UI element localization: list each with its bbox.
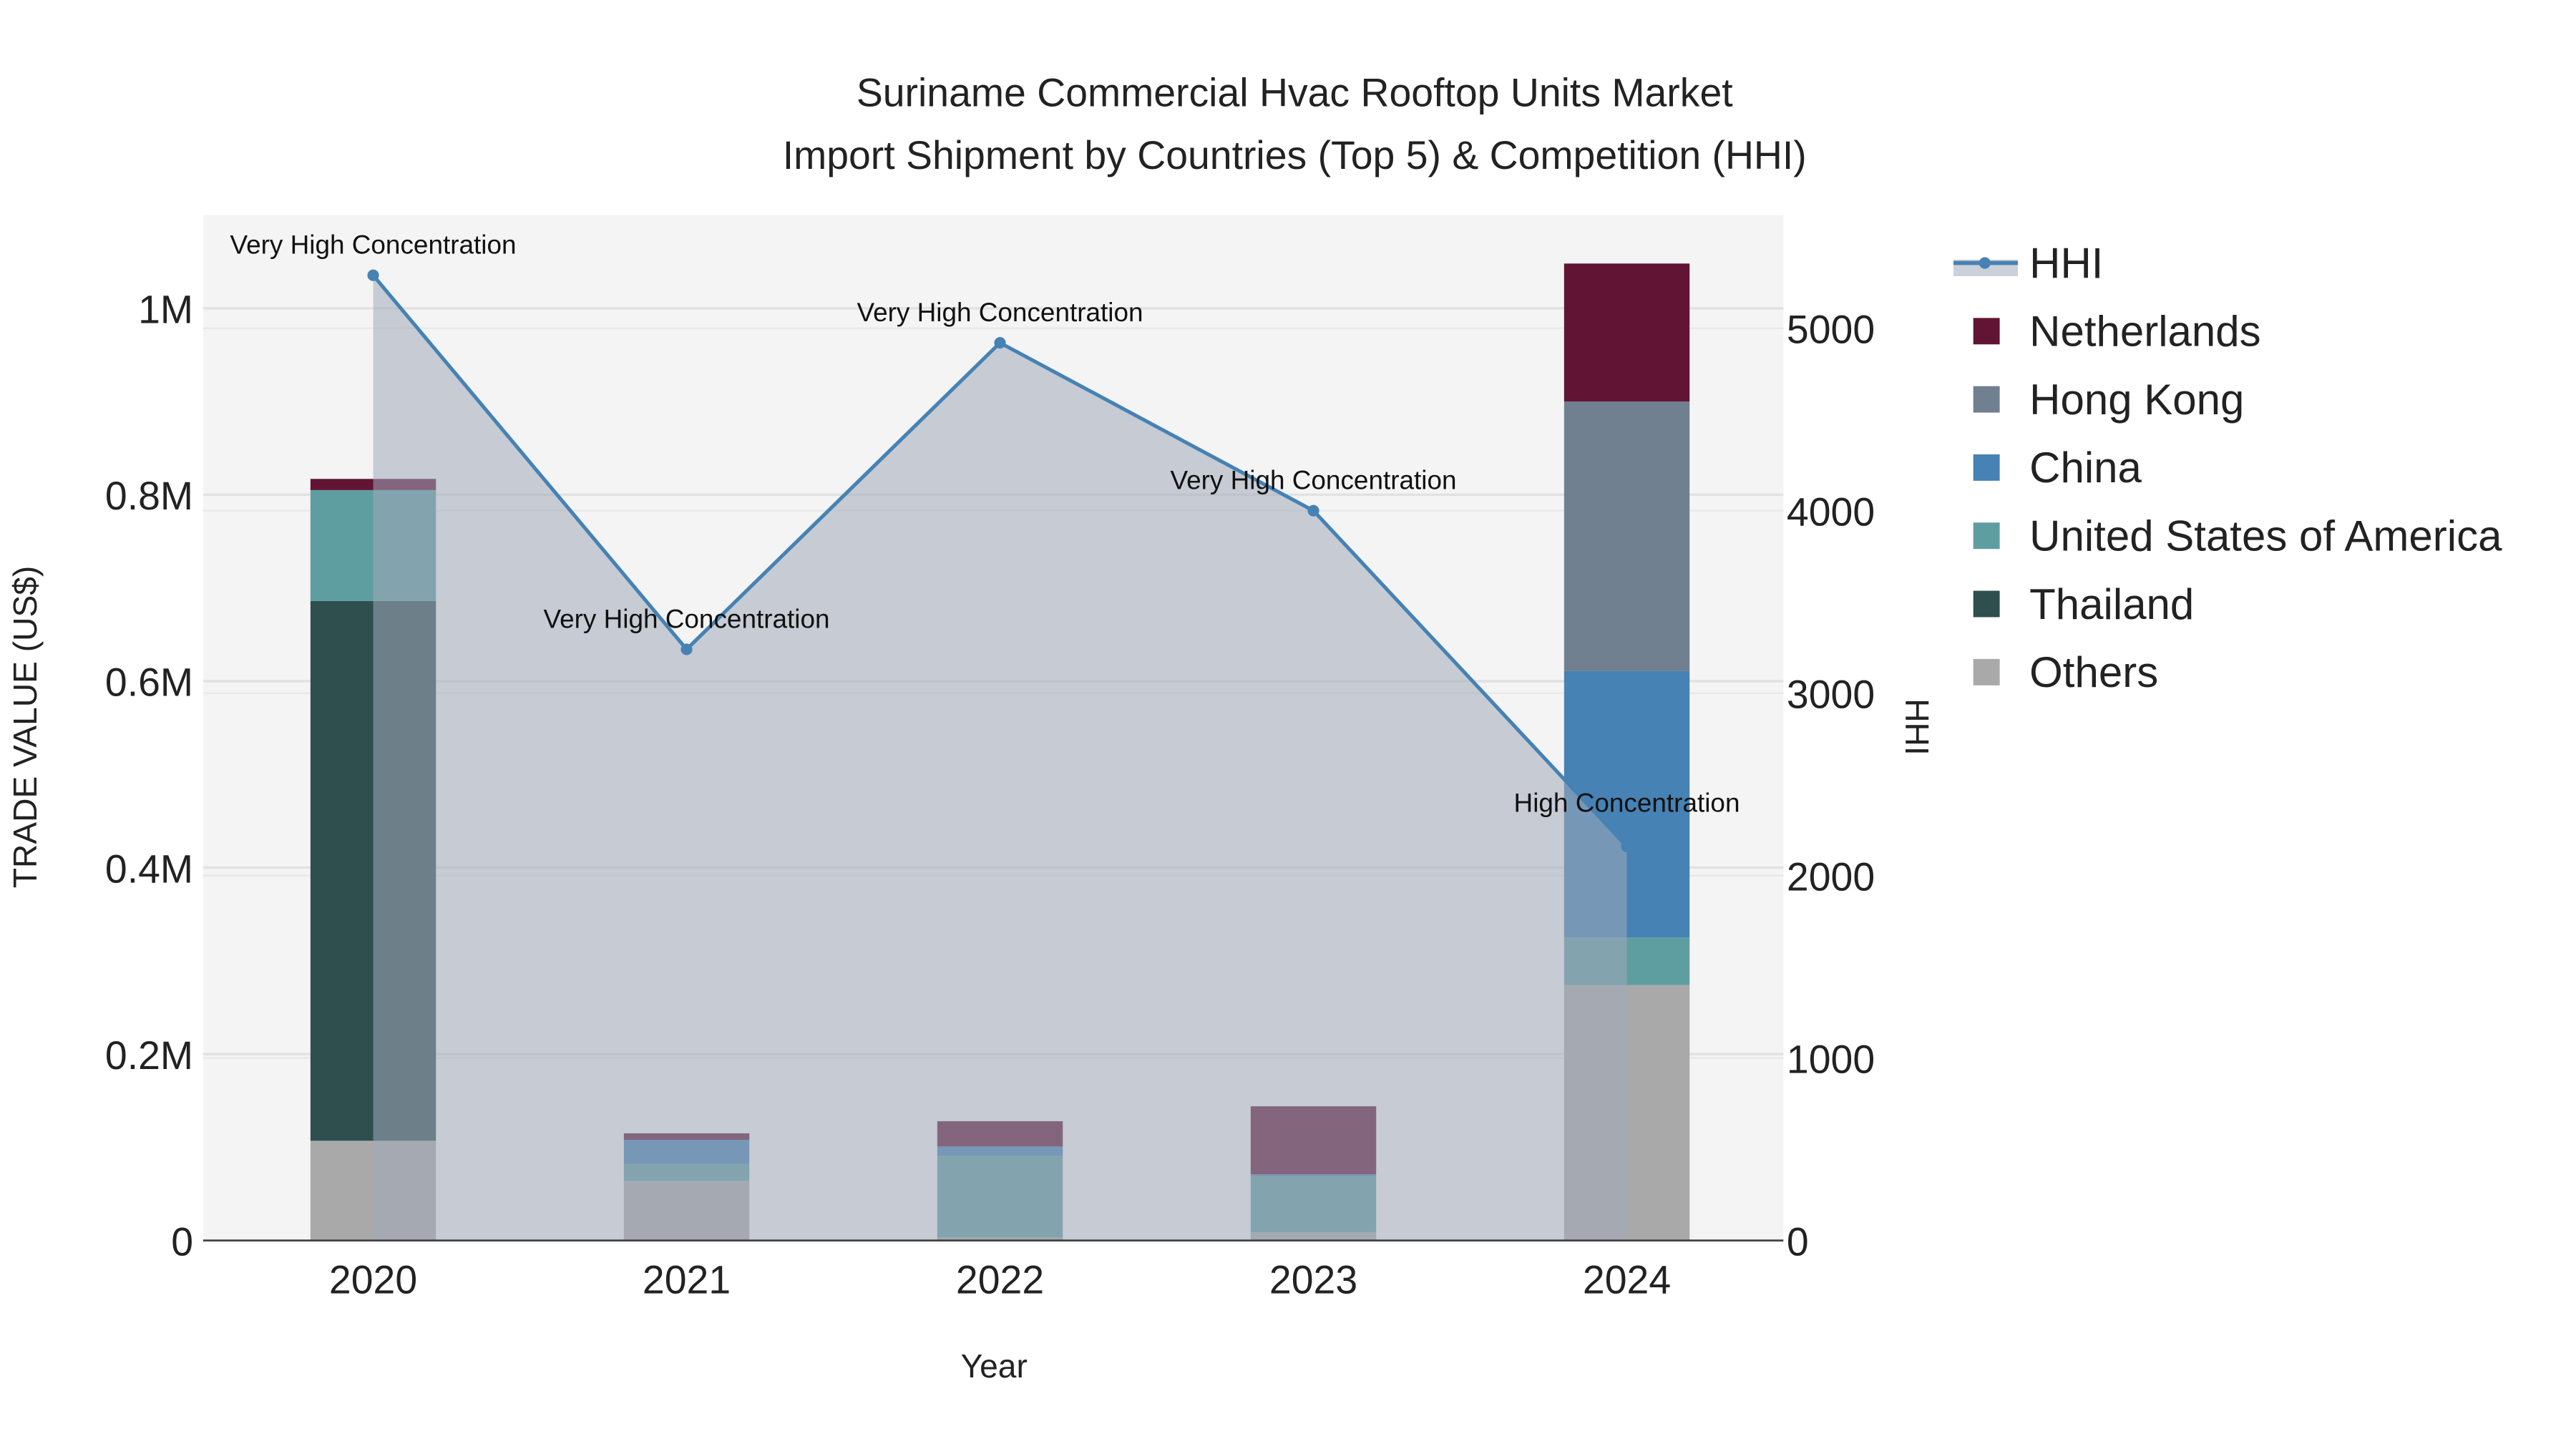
hhi-annotation: Very High Concentration — [230, 230, 517, 260]
y2-axis-title: HHI — [1898, 698, 1936, 755]
y2-tick-label: 2000 — [1787, 854, 1875, 899]
y-tick-label: 0.4M — [105, 847, 193, 891]
legend-swatch — [1973, 590, 2000, 618]
legend-swatch — [1973, 522, 2000, 550]
y-tick-label: 1M — [138, 288, 193, 332]
x-tick-label: 2024 — [1583, 1258, 1671, 1302]
hhi-annotation: High Concentration — [1514, 788, 1740, 817]
chart-title: Suriname Commercial Hvac Rooftop Units M… — [857, 70, 1733, 114]
legend-label: HHI — [2029, 239, 2103, 287]
hhi-point — [367, 269, 379, 281]
y-tick-label: 0.2M — [105, 1033, 193, 1078]
chart: Very High Concentration Very High Concent… — [6, 70, 2502, 1385]
y2-tick-label: 5000 — [1787, 307, 1875, 351]
legend-label: United States of America — [2029, 512, 2502, 560]
y2-tick-label: 0 — [1787, 1219, 1809, 1264]
x-tick-label: 2023 — [1269, 1258, 1357, 1302]
y2-tick-label: 4000 — [1787, 489, 1875, 534]
hhi-point — [994, 336, 1006, 349]
hhi-annotation: Very High Concentration — [544, 604, 830, 633]
y-tick-label: 0.8M — [105, 474, 193, 518]
chart-subtitle: Import Shipment by Countries (Top 5) & C… — [783, 133, 1807, 177]
hhi-annotation: Very High Concentration — [857, 298, 1143, 327]
legend-label: Hong Kong — [2029, 376, 2244, 424]
hhi-point — [1621, 840, 1633, 852]
hhi-annotation: Very High Concentration — [1171, 466, 1457, 495]
bar-netherlands — [1563, 263, 1690, 402]
legend-label: China — [2029, 444, 2142, 492]
hhi-point — [1307, 504, 1319, 517]
y-tick-label: 0.6M — [105, 660, 193, 705]
y-tick-label: 0 — [171, 1219, 193, 1264]
legend-swatch — [1973, 658, 2000, 686]
legend-marker-hhi — [1979, 257, 1991, 269]
legend-swatch — [1973, 454, 2000, 481]
hhi-point — [680, 643, 693, 655]
x-axis-title: Year — [961, 1347, 1028, 1385]
x-tick-label: 2020 — [329, 1258, 417, 1302]
legend-swatch — [1973, 386, 2000, 413]
x-tick-label: 2022 — [956, 1258, 1044, 1302]
y2-tick-label: 3000 — [1787, 672, 1875, 716]
legend-swatch — [1973, 318, 2000, 345]
legend-label: Netherlands — [2029, 308, 2261, 356]
y-axis-title: TRADE VALUE (US$) — [6, 566, 44, 888]
x-tick-label: 2021 — [643, 1258, 731, 1302]
legend-label: Others — [2029, 648, 2158, 696]
y2-tick-label: 1000 — [1787, 1037, 1875, 1081]
legend-label: Thailand — [2029, 580, 2194, 628]
bar-hong-kong — [1563, 401, 1690, 671]
